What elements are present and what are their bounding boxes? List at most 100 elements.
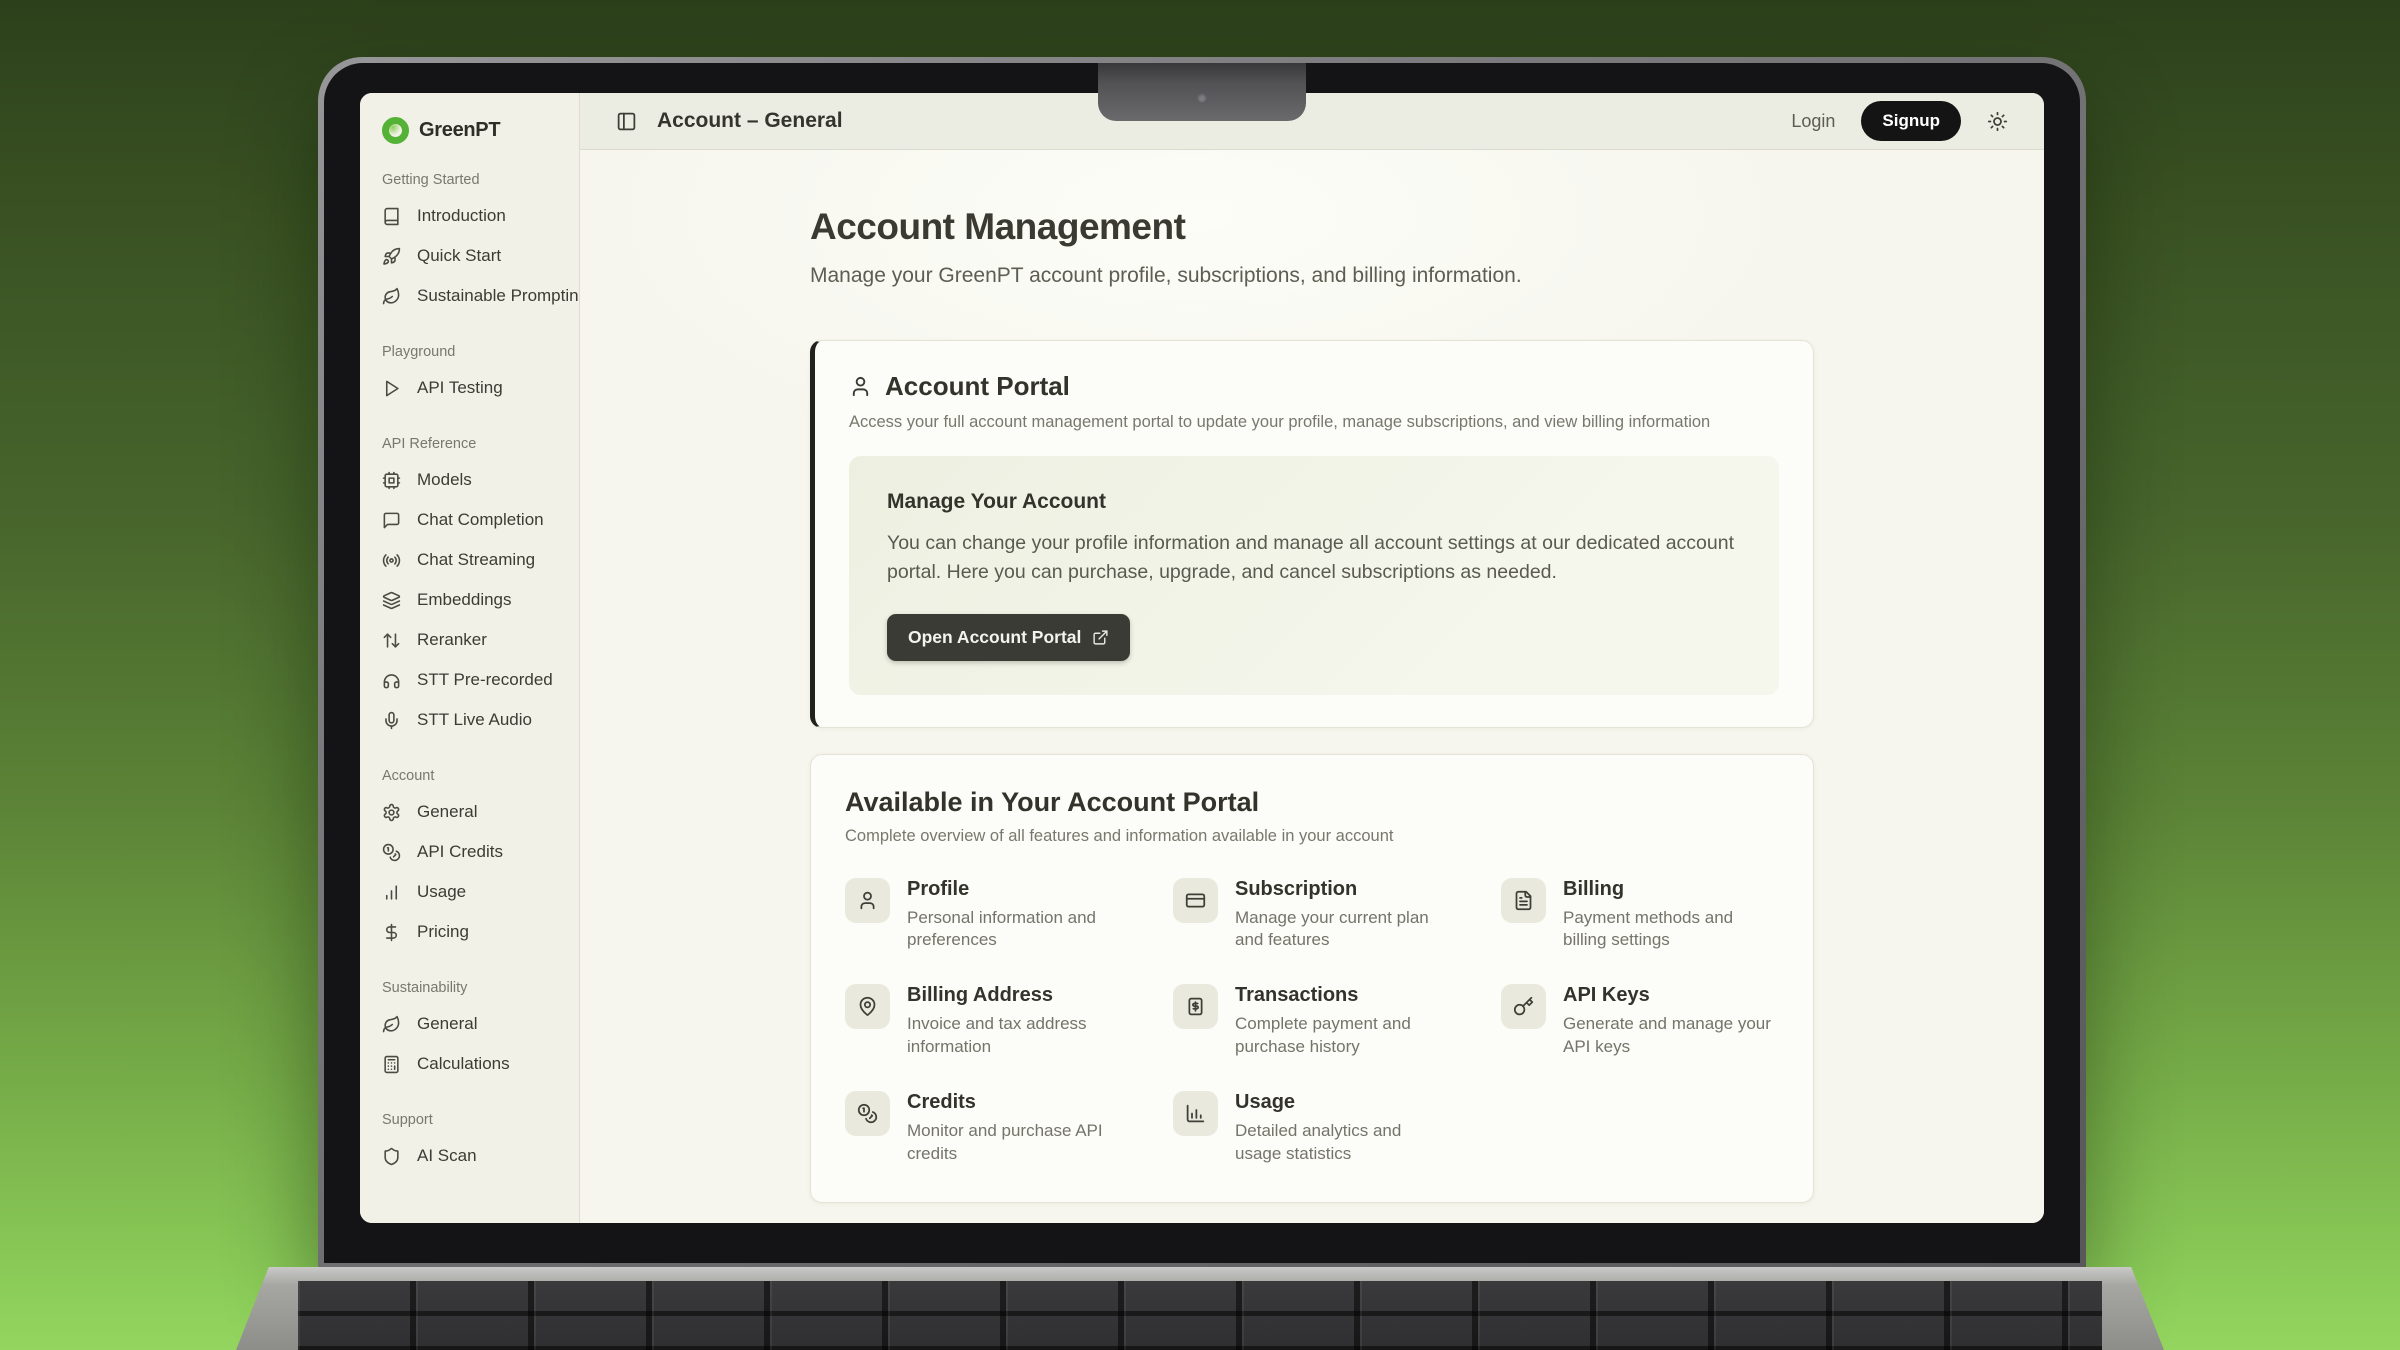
- sidebar-item-label: Quick Start: [417, 246, 501, 266]
- sidebar-item-reranker[interactable]: Reranker: [382, 620, 569, 660]
- sidebar-item-label: General: [417, 1014, 477, 1034]
- section-label: Support: [382, 1112, 569, 1128]
- feature-desc: Manage your current plan and features: [1235, 907, 1451, 953]
- gear-icon: [382, 803, 401, 822]
- sidebar-item-label: Chat Streaming: [417, 550, 535, 570]
- signup-button[interactable]: Signup: [1861, 101, 1961, 141]
- section-label: Playground: [382, 344, 569, 360]
- sidebar-item-label: STT Live Audio: [417, 710, 532, 730]
- sidebar-item-stt-live-audio[interactable]: STT Live Audio: [382, 700, 569, 740]
- headphones-icon: [382, 671, 401, 690]
- sidebar-item-api-testing[interactable]: API Testing: [382, 368, 569, 408]
- sidebar-item-label: Reranker: [417, 630, 487, 650]
- chart-column-icon: [1185, 1103, 1206, 1124]
- feature-transactions: Transactions Complete payment and purcha…: [1173, 984, 1451, 1059]
- shield-icon: [382, 1147, 401, 1166]
- open-account-portal-button[interactable]: Open Account Portal: [887, 614, 1130, 661]
- sidebar-section-support: Support AI Scan: [382, 1112, 569, 1176]
- map-pin-icon: [857, 996, 878, 1017]
- sidebar-item-label: Models: [417, 470, 472, 490]
- play-icon: [382, 379, 401, 398]
- leaf-icon: [382, 1015, 401, 1034]
- laptop-bezel: GreenPT Getting Started Introduction Qui…: [324, 63, 2080, 1263]
- greenpt-logo-icon: [382, 117, 409, 144]
- portal-features-card: Available in Your Account Portal Complet…: [810, 754, 1814, 1204]
- sidebar-item-label: STT Pre-recorded: [417, 670, 553, 690]
- feature-title: Profile: [907, 878, 1123, 901]
- feature-credits: Credits Monitor and purchase API credits: [845, 1091, 1123, 1166]
- camera-dot: [1197, 93, 1208, 104]
- feature-desc: Payment methods and billing settings: [1563, 907, 1779, 953]
- sidebar-item-chat-completion[interactable]: Chat Completion: [382, 500, 569, 540]
- sidebar-toggle-icon[interactable]: [616, 111, 637, 132]
- sidebar-item-introduction[interactable]: Introduction: [382, 196, 569, 236]
- brand-logo[interactable]: GreenPT: [382, 117, 569, 144]
- coins-icon: [857, 1103, 878, 1124]
- feature-desc: Complete payment and purchase history: [1235, 1013, 1451, 1059]
- feature-title: API Keys: [1563, 984, 1779, 1007]
- sidebar-item-sustainable-prompting[interactable]: Sustainable Prompting: [382, 276, 569, 316]
- manage-box-title: Manage Your Account: [887, 490, 1741, 514]
- cpu-icon: [382, 471, 401, 490]
- manage-account-box: Manage Your Account You can change your …: [849, 456, 1779, 695]
- feature-title: Transactions: [1235, 984, 1451, 1007]
- button-label: Open Account Portal: [908, 627, 1081, 648]
- sidebar-item-usage[interactable]: Usage: [382, 872, 569, 912]
- sidebar-item-models[interactable]: Models: [382, 460, 569, 500]
- brand-name: GreenPT: [419, 119, 500, 142]
- feature-title: Credits: [907, 1091, 1123, 1114]
- page-title: Account Management: [810, 206, 1814, 248]
- sidebar-item-label: Chat Completion: [417, 510, 544, 530]
- theme-toggle-sun-icon[interactable]: [1987, 111, 2008, 132]
- sidebar-item-ai-scan[interactable]: AI Scan: [382, 1136, 569, 1176]
- sidebar-item-sustainability-general[interactable]: General: [382, 1004, 569, 1044]
- laptop-base: [236, 1267, 2164, 1350]
- file-text-icon: [1513, 890, 1534, 911]
- sidebar-item-label: Introduction: [417, 206, 506, 226]
- message-square-icon: [382, 511, 401, 530]
- dollar-icon: [382, 923, 401, 942]
- sidebar-section-playground: Playground API Testing: [382, 344, 569, 408]
- content-column: Account – General Login Signup Account M…: [580, 93, 2044, 1223]
- sidebar-item-chat-streaming[interactable]: Chat Streaming: [382, 540, 569, 580]
- leaf-icon: [382, 287, 401, 306]
- receipt-dollar-icon: [1185, 996, 1206, 1017]
- sidebar-item-label: Sustainable Prompting: [417, 286, 580, 306]
- sidebar-item-stt-pre-recorded[interactable]: STT Pre-recorded: [382, 660, 569, 700]
- feature-desc: Generate and manage your API keys: [1563, 1013, 1779, 1059]
- card-title: Account Portal: [885, 371, 1070, 402]
- login-link[interactable]: Login: [1791, 111, 1835, 132]
- sidebar-section-getting-started: Getting Started Introduction Quick Start…: [382, 172, 569, 316]
- sidebar-section-api-reference: API Reference Models Chat Completion Cha…: [382, 436, 569, 740]
- section-label: Getting Started: [382, 172, 569, 188]
- sidebar-item-label: API Credits: [417, 842, 503, 862]
- feature-usage: Usage Detailed analytics and usage stati…: [1173, 1091, 1451, 1166]
- sidebar-section-account: Account General API Credits Usage: [382, 768, 569, 952]
- rocket-icon: [382, 247, 401, 266]
- manage-box-body: You can change your profile information …: [887, 529, 1741, 588]
- feature-desc: Invoice and tax address information: [907, 1013, 1123, 1059]
- sidebar-item-quick-start[interactable]: Quick Start: [382, 236, 569, 276]
- credit-card-icon: [1185, 890, 1206, 911]
- card-description: Access your full account management port…: [849, 413, 1779, 432]
- feature-api-keys: API Keys Generate and manage your API ke…: [1501, 984, 1779, 1059]
- features-grid: Profile Personal information and prefere…: [845, 878, 1779, 1167]
- sidebar-item-label: AI Scan: [417, 1146, 477, 1166]
- sidebar-item-calculations[interactable]: Calculations: [382, 1044, 569, 1084]
- user-icon: [849, 375, 872, 398]
- breadcrumb: Account – General: [657, 109, 843, 133]
- sidebar-item-account-general[interactable]: General: [382, 792, 569, 832]
- sidebar-item-embeddings[interactable]: Embeddings: [382, 580, 569, 620]
- sidebar-item-pricing[interactable]: Pricing: [382, 912, 569, 952]
- feature-billing: Billing Payment methods and billing sett…: [1501, 878, 1779, 953]
- sidebar-item-label: Pricing: [417, 922, 469, 942]
- microphone-icon: [382, 711, 401, 730]
- feature-profile: Profile Personal information and prefere…: [845, 878, 1123, 953]
- user-icon: [857, 890, 878, 911]
- feature-billing-address: Billing Address Invoice and tax address …: [845, 984, 1123, 1059]
- external-link-icon: [1092, 629, 1109, 646]
- section-label: Account: [382, 768, 569, 784]
- broadcast-icon: [382, 551, 401, 570]
- feature-desc: Monitor and purchase API credits: [907, 1120, 1123, 1166]
- sidebar-item-api-credits[interactable]: API Credits: [382, 832, 569, 872]
